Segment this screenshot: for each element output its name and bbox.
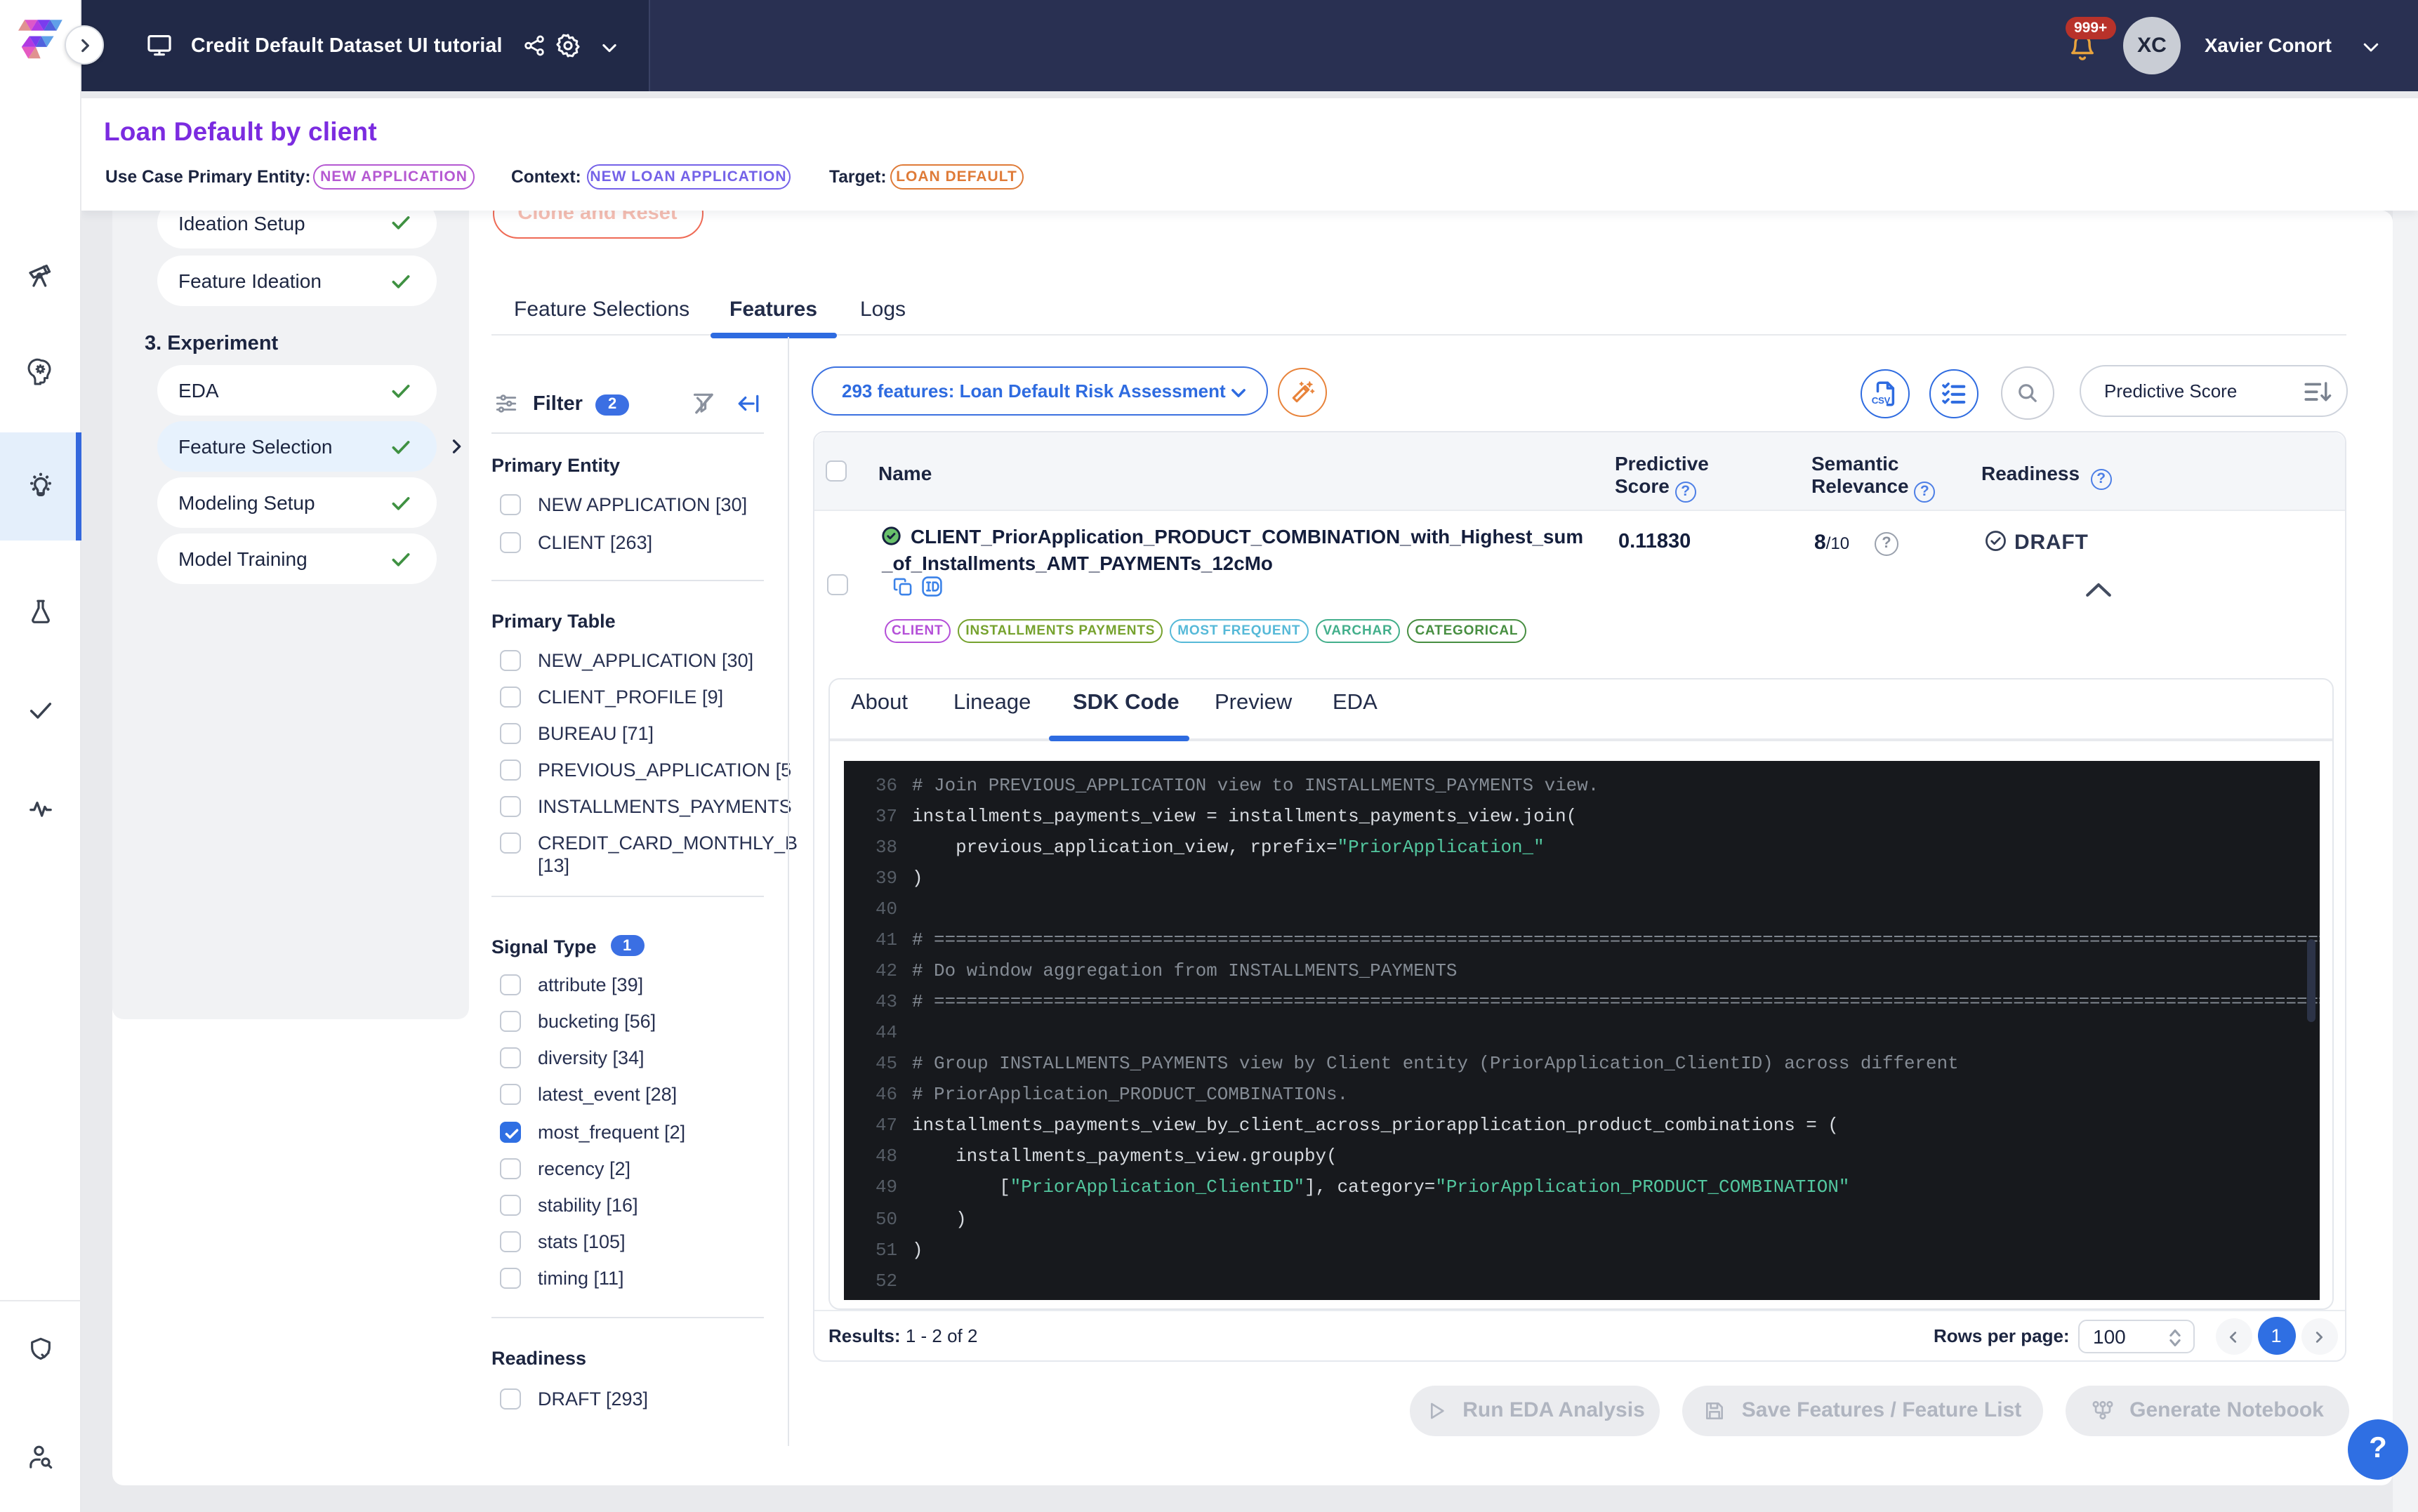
- svg-text:CSV: CSV: [1871, 395, 1890, 406]
